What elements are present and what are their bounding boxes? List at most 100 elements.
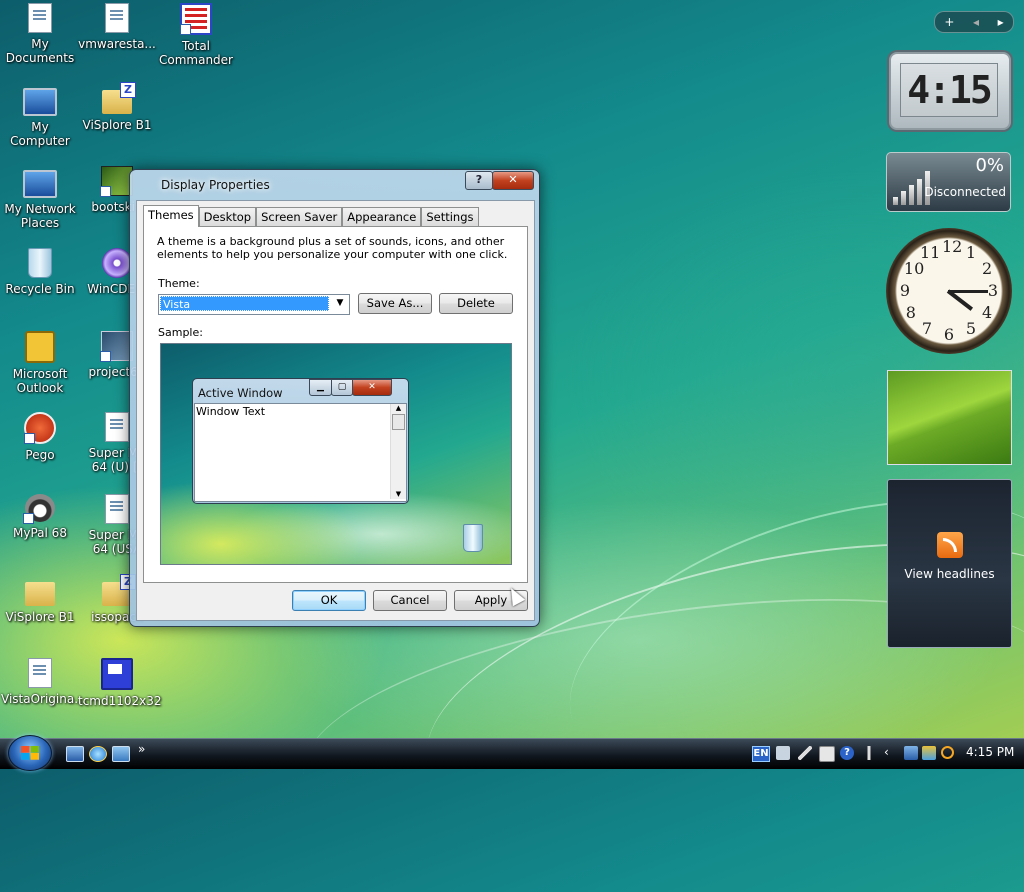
theme-label: Theme: [158,277,200,290]
folder-icon [25,582,55,606]
keyboard-icon[interactable] [776,746,790,760]
network-meter-gadget[interactable]: 0% Disconnected [886,152,1011,212]
desktop-icon-pego[interactable]: Pego [1,412,79,462]
desktop-icon-vmwaresta[interactable]: vmwaresta... [78,3,156,51]
desktop-icon-label: MyPal 68 [13,526,67,540]
clock-minute-hand [948,289,988,293]
tab-appearance[interactable]: Appearance [342,207,422,227]
document-icon [105,3,129,33]
clock-numeral: 1 [965,242,977,262]
mypal-icon [23,494,55,524]
clock-numeral: 2 [982,259,993,278]
clock-numeral: 10 [903,259,925,278]
help-icon[interactable]: ? [840,746,854,760]
desktop-icon-my-computer[interactable]: My Computer [1,84,79,148]
themes-description: A theme is a background plus a set of so… [157,235,508,261]
next-page-button[interactable]: ▸ [998,15,1004,29]
display-properties-dialog: Display Properties ? ✕ Themes Desktop Sc… [129,169,540,627]
tab-settings[interactable]: Settings [421,207,479,227]
save-as-button[interactable]: Save As... [358,293,432,314]
desktop-icon-label: Microsoft Outlook [12,367,68,395]
start-button[interactable] [8,735,52,771]
volume-icon[interactable] [922,746,936,760]
display-icon[interactable] [819,746,835,762]
desktop-icon-label: Pego [25,448,55,462]
delete-button[interactable]: Delete [439,293,513,314]
desktop-icon-my-documents[interactable]: My Documents [1,3,79,65]
network-icon[interactable] [904,746,918,760]
sample-label: Sample: [158,326,203,339]
pen-icon[interactable] [798,746,812,760]
floppy-disk-icon [101,658,133,690]
desktop-icon-recycle-bin[interactable]: Recycle Bin [1,248,79,296]
close-button[interactable]: ✕ [492,171,534,190]
digital-clock-time: 4:15 [900,63,998,117]
desktop-icon-visplore-folder[interactable]: ViSplore B1 [1,576,79,624]
slideshow-gadget[interactable] [887,370,1012,465]
usb-icon[interactable] [862,746,876,760]
language-indicator[interactable]: EN [752,746,770,762]
desktop-icon-microsoft-outlook[interactable]: Microsoft Outlook [1,331,79,395]
previous-page-button[interactable]: ◂ [973,15,979,29]
theme-dropdown[interactable]: Vista ▼ [158,294,350,315]
feed-headlines-gadget[interactable]: View headlines [887,479,1012,648]
close-icon: ✕ [352,379,392,396]
tab-themes[interactable]: Themes [143,205,199,227]
dialog-client-area: Themes Desktop Screen Saver Appearance S… [136,200,535,621]
pego-icon [24,412,56,444]
view-headlines-label[interactable]: View headlines [888,567,1011,581]
network-status: Disconnected [924,185,1006,199]
desktop-icon-tcmd1102x32[interactable]: tcmd1102x32 [78,658,162,708]
desktop-icon-mypal[interactable]: MyPal 68 [1,494,79,540]
clock-numeral: 12 [942,237,963,256]
sample-scrollbar: ▲ ▼ [390,404,406,499]
sample-window-text-area: Window Text ▲ ▼ [194,403,407,502]
desktop-icon-label: ViSplore B1 [82,118,152,132]
desktop-icon-total-commander[interactable]: Total Commander [157,3,235,67]
clock-numeral: 4 [982,303,993,322]
clock-numeral: 7 [921,319,933,339]
outlook-icon [25,331,55,363]
desktop-icon-label: ViSplore B1 [5,610,75,624]
show-desktop-icon[interactable] [66,746,84,762]
chevron-down-icon[interactable]: ▼ [332,296,348,311]
taskbar-clock[interactable]: 4:15 PM [966,745,1014,759]
desktop-icon-label: My Documents [5,37,75,65]
clock-numeral: 8 [905,303,916,322]
desktop-icon-label: vmwaresta... [78,37,156,51]
quick-launch-more[interactable]: » [138,742,145,756]
rom-file-icon [105,412,129,442]
clock-numeral: 5 [965,319,977,339]
internet-explorer-icon[interactable] [89,746,107,762]
maximize-icon: ▢ [331,379,353,396]
show-hidden-icons-chevron[interactable]: ‹ [884,745,889,759]
search-icon[interactable] [941,746,954,759]
document-icon [28,658,52,688]
clock-hour-hand [946,289,974,311]
desktop-icon-my-network-places[interactable]: My Network Places [1,166,79,230]
network-icon [23,170,57,198]
documents-icon [28,3,52,33]
cd-icon [102,248,132,278]
sidebar-controls: + ◂ ▸ [934,11,1014,33]
analog-clock-gadget[interactable]: 12 1 2 3 4 5 6 7 8 9 10 11 [886,228,1012,354]
clock-numeral: 3 [987,281,999,300]
ok-button[interactable]: OK [292,590,366,611]
tab-screen-saver[interactable]: Screen Saver [256,207,343,227]
clock-numeral: 11 [920,242,941,262]
sample-active-window: Active Window ▁ ▢ ✕ Window Text ▲ ▼ [192,378,409,504]
dialog-title: Display Properties [161,178,270,192]
scroll-thumb [392,414,405,430]
themes-panel: A theme is a background plus a set of so… [143,226,528,583]
theme-selected-value: Vista [160,296,329,311]
add-gadget-button[interactable]: + [944,15,954,29]
tab-desktop[interactable]: Desktop [198,207,257,227]
desktop-icon-vistaoriginal[interactable]: VistaOrigina... [1,658,86,706]
cancel-button[interactable]: Cancel [373,590,447,611]
total-commander-icon [180,3,212,35]
digital-clock-gadget[interactable]: 4:15 [889,52,1011,130]
switch-windows-icon[interactable] [112,746,130,762]
desktop-icon-label: tcmd1102x32 [78,694,162,708]
help-button[interactable]: ? [465,171,493,190]
desktop-icon-visplore[interactable]: ViSplore B1 [78,82,156,132]
